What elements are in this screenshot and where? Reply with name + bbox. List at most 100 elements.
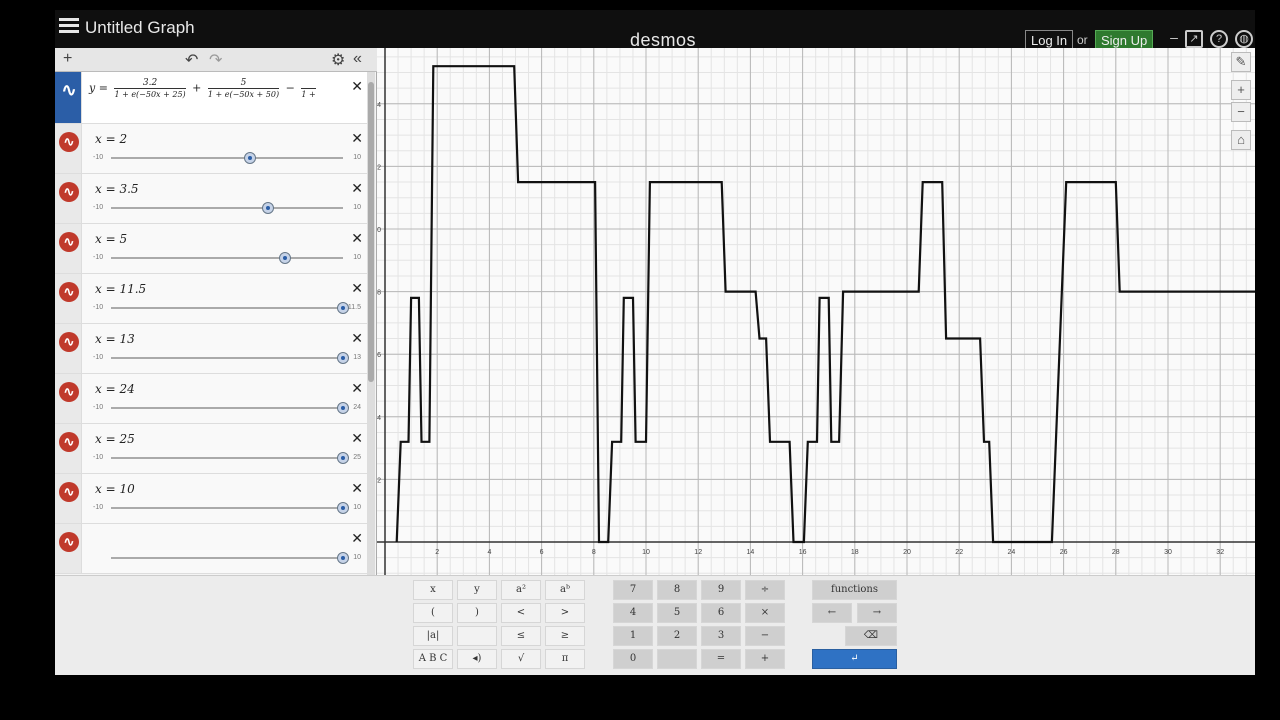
slider-track[interactable] [111,352,349,364]
keypad-key[interactable]: ( [413,603,453,623]
slider-thumb[interactable] [337,552,349,564]
zoom-in-button[interactable]: + [1231,80,1251,100]
keypad-key[interactable]: ) [457,603,497,623]
delete-expression-icon[interactable]: ✕ [351,280,363,297]
delete-expression-icon[interactable]: ✕ [351,230,363,247]
functions-button[interactable]: functions [812,580,897,600]
slider-label[interactable]: x = 5 [95,232,127,246]
keypad-key[interactable]: − [745,626,785,646]
menu-icon[interactable] [59,18,79,34]
slider-track[interactable] [111,452,349,464]
expression-tab[interactable]: ∿ [55,324,82,373]
wrench-icon[interactable]: ✎ [1231,52,1251,72]
keypad-key[interactable]: aᵇ [545,580,585,600]
slider-max[interactable]: 10 [353,554,361,561]
keypad-key[interactable]: ≥ [545,626,585,646]
slider-min[interactable]: -10 [93,204,103,211]
delete-expression-icon[interactable]: ✕ [351,130,363,147]
expression-row-1[interactable]: ∿ y = 3.2 1 + e(−50x + 25) + 51 + e(−50x … [55,72,367,124]
keypad-key[interactable]: < [501,603,541,623]
slider-thumb[interactable] [261,202,274,214]
graph-wave-icon[interactable]: ∿ [59,332,79,352]
share-icon[interactable]: ↗ [1185,30,1203,48]
graph-canvas[interactable]: 24681012141618202224262830322468101214 [377,48,1255,575]
expression-scrollbar[interactable] [367,72,375,575]
graph-wave-icon[interactable]: ∿ [59,182,79,202]
delete-expression-icon[interactable]: ✕ [351,78,363,95]
slider-track[interactable] [111,552,349,564]
expression-tab[interactable]: ∿ [55,224,82,273]
slider-label[interactable]: x = 10 [95,482,135,496]
expression-tab[interactable]: ∿ [55,124,82,173]
slider-min[interactable]: -10 [93,354,103,361]
keypad-key[interactable]: 6 [701,603,741,623]
delete-expression-icon[interactable]: ✕ [351,530,363,547]
left-arrow-key[interactable]: ← [812,603,852,623]
graph-wave-icon[interactable]: ∿ [59,282,79,302]
keypad-key[interactable]: ◂) [457,649,497,669]
slider-min[interactable]: -10 [93,404,103,411]
graph-wave-icon[interactable]: ∿ [59,382,79,402]
keypad-key[interactable]: ÷ [745,580,785,600]
keypad-key[interactable]: 3 [701,626,741,646]
scrollbar-thumb[interactable] [368,82,374,382]
slider-min[interactable]: -10 [93,304,103,311]
slider-row[interactable]: ∿ x = 3.5 ✕ -10 10 [55,174,367,224]
expression-tab[interactable]: ∿ [55,72,82,123]
expression-formula[interactable]: y = 3.2 1 + e(−50x + 25) + 51 + e(−50x + … [89,78,319,99]
add-expression-button[interactable]: + [63,50,72,68]
keypad-key[interactable]: ≤ [501,626,541,646]
slider-label[interactable]: x = 24 [95,382,135,396]
keypad-key[interactable] [657,649,697,669]
collapse-panel-button[interactable]: « [353,50,362,68]
redo-button[interactable]: ↷ [209,50,222,70]
graph-wave-icon[interactable]: ∿ [59,232,79,252]
keypad-key[interactable]: × [745,603,785,623]
expression-tab[interactable]: ∿ [55,474,82,523]
delete-expression-icon[interactable]: ✕ [351,180,363,197]
graph-wave-icon[interactable]: ∿ [59,432,79,452]
settings-gear-icon[interactable]: ⚙ [331,50,345,70]
delete-expression-icon[interactable]: ✕ [351,480,363,497]
undo-button[interactable]: ↶ [185,50,198,70]
keypad-key[interactable]: π [545,649,585,669]
slider-track[interactable] [111,302,349,314]
slider-max[interactable]: 13 [353,354,361,361]
slider-row[interactable]: ∿ x = 5 ✕ -10 10 [55,224,367,274]
slider-max[interactable]: 25 [353,454,361,461]
slider-track[interactable] [111,152,343,164]
zoom-out-button[interactable]: − [1231,102,1251,122]
slider-thumb[interactable] [244,152,257,164]
keypad-key[interactable]: + [745,649,785,669]
keypad-key[interactable]: = [701,649,741,669]
slider-label[interactable]: x = 11.5 [95,282,146,296]
keypad-key[interactable]: 7 [613,580,653,600]
slider-thumb[interactable] [337,302,349,314]
slider-label[interactable]: x = 2 [95,132,127,146]
expression-tab[interactable]: ∿ [55,274,82,323]
slider-label[interactable]: x = 25 [95,432,135,446]
language-icon[interactable]: ◍ [1235,30,1253,48]
backspace-key[interactable]: ⌫ [845,626,897,646]
slider-track[interactable] [111,402,349,414]
function-curve[interactable] [395,65,1255,544]
slider-max[interactable]: 24 [353,404,361,411]
slider-label[interactable]: x = 13 [95,332,135,346]
slider-row[interactable]: ∿ x = 11.5 ✕ -10 11.5 [55,274,367,324]
keypad-key[interactable]: A B C [413,649,453,669]
keypad-key[interactable]: 1 [613,626,653,646]
keypad-key[interactable]: > [545,603,585,623]
keypad-key[interactable]: 8 [657,580,697,600]
keypad-key[interactable]: a² [501,580,541,600]
graph-wave-icon[interactable]: ∿ [59,132,79,152]
expression-tab[interactable]: ∿ [55,174,82,223]
graph-wave-icon[interactable]: ∿ [59,482,79,502]
enter-key[interactable]: ↵ [812,649,897,669]
keypad-key[interactable]: 5 [657,603,697,623]
keypad-key[interactable]: 2 [657,626,697,646]
slider-row[interactable]: ∿ x = 13 ✕ -10 13 [55,324,367,374]
slider-track[interactable] [111,502,349,514]
slider-min[interactable]: -10 [93,454,103,461]
keypad-key[interactable]: y [457,580,497,600]
slider-row[interactable]: ∿ x = 10 ✕ -10 10 [55,474,367,524]
